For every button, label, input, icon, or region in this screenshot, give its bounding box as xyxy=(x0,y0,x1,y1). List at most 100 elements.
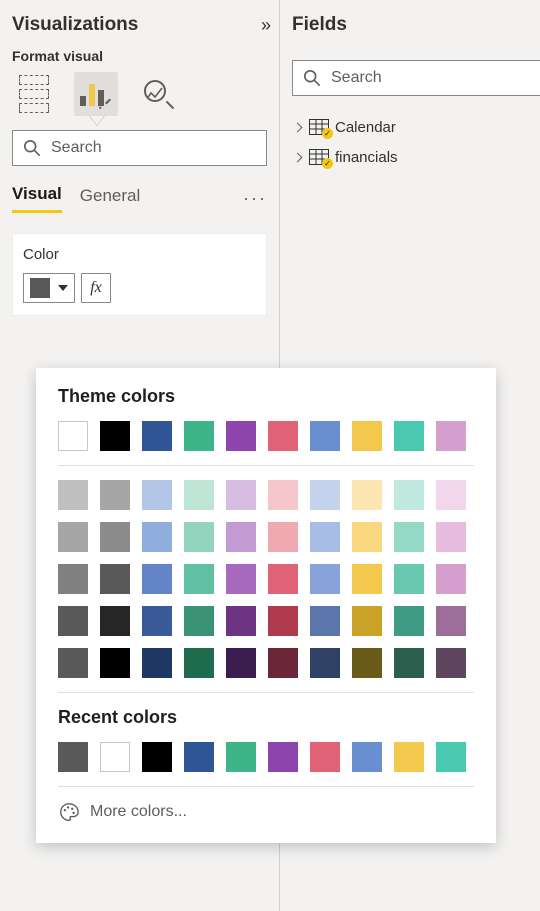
color-swatch[interactable] xyxy=(184,648,214,678)
field-table-row[interactable]: Calendar xyxy=(292,112,540,142)
format-search[interactable] xyxy=(12,130,267,166)
color-swatch[interactable] xyxy=(58,648,88,678)
color-swatch[interactable] xyxy=(436,648,466,678)
color-swatch[interactable] xyxy=(184,564,214,594)
color-swatch[interactable] xyxy=(352,648,382,678)
color-swatch[interactable] xyxy=(394,421,424,451)
tab-general[interactable]: General xyxy=(80,186,140,212)
color-swatch[interactable] xyxy=(352,564,382,594)
color-swatch[interactable] xyxy=(226,522,256,552)
color-swatch[interactable] xyxy=(268,648,298,678)
color-swatch[interactable] xyxy=(226,648,256,678)
color-swatch[interactable] xyxy=(100,648,130,678)
collapse-visualizations-icon[interactable]: » xyxy=(261,15,267,36)
chevron-right-icon xyxy=(293,122,303,132)
divider xyxy=(58,465,474,466)
color-swatch[interactable] xyxy=(58,564,88,594)
color-swatch[interactable] xyxy=(394,742,424,772)
color-swatch[interactable] xyxy=(100,564,130,594)
color-swatch[interactable] xyxy=(142,606,172,636)
color-swatch[interactable] xyxy=(58,606,88,636)
table-icon xyxy=(309,119,329,135)
color-swatch[interactable] xyxy=(310,564,340,594)
color-swatch[interactable] xyxy=(226,480,256,510)
color-swatch[interactable] xyxy=(58,522,88,552)
color-swatch[interactable] xyxy=(184,522,214,552)
color-swatch[interactable] xyxy=(142,480,172,510)
color-swatch[interactable] xyxy=(142,564,172,594)
color-swatch[interactable] xyxy=(100,480,130,510)
current-color-swatch xyxy=(30,278,50,298)
color-swatch[interactable] xyxy=(58,421,88,451)
color-swatch[interactable] xyxy=(436,742,466,772)
color-swatch[interactable] xyxy=(58,742,88,772)
format-visual-subtitle: Format visual xyxy=(12,48,267,64)
color-swatch[interactable] xyxy=(268,522,298,552)
field-table-row[interactable]: financials xyxy=(292,142,540,172)
color-swatch[interactable] xyxy=(226,421,256,451)
color-swatch[interactable] xyxy=(352,480,382,510)
color-swatch[interactable] xyxy=(268,564,298,594)
color-swatch[interactable] xyxy=(310,606,340,636)
analytics-tab[interactable] xyxy=(136,72,180,116)
color-swatch[interactable] xyxy=(436,522,466,552)
tab-visual[interactable]: Visual xyxy=(12,184,62,213)
format-search-input[interactable] xyxy=(49,138,260,158)
table-icon xyxy=(309,149,329,165)
color-swatch[interactable] xyxy=(352,421,382,451)
field-table-name: Calendar xyxy=(335,119,396,136)
color-swatch[interactable] xyxy=(352,742,382,772)
fields-search[interactable] xyxy=(292,60,540,96)
color-picker-button[interactable] xyxy=(23,273,75,303)
color-swatch[interactable] xyxy=(100,421,130,451)
color-swatch[interactable] xyxy=(436,606,466,636)
color-swatch[interactable] xyxy=(268,480,298,510)
color-card: Color fx xyxy=(12,233,267,316)
color-swatch[interactable] xyxy=(310,480,340,510)
color-swatch[interactable] xyxy=(310,742,340,772)
color-swatch[interactable] xyxy=(184,606,214,636)
color-swatch[interactable] xyxy=(436,480,466,510)
color-swatch[interactable] xyxy=(436,564,466,594)
color-swatch[interactable] xyxy=(268,421,298,451)
color-swatch[interactable] xyxy=(100,742,130,772)
more-options-icon[interactable]: ··· xyxy=(243,188,267,209)
color-swatch[interactable] xyxy=(394,564,424,594)
format-visual-tab[interactable] xyxy=(74,72,118,116)
color-swatch[interactable] xyxy=(268,742,298,772)
chevron-down-icon xyxy=(58,285,68,291)
color-swatch[interactable] xyxy=(142,742,172,772)
color-swatch[interactable] xyxy=(226,564,256,594)
color-swatch[interactable] xyxy=(142,648,172,678)
color-swatch[interactable] xyxy=(394,480,424,510)
fields-search-input[interactable] xyxy=(329,68,540,88)
color-swatch[interactable] xyxy=(226,742,256,772)
theme-colors-row xyxy=(58,421,474,451)
color-swatch[interactable] xyxy=(394,606,424,636)
divider xyxy=(58,786,474,787)
color-swatch[interactable] xyxy=(394,522,424,552)
color-swatch[interactable] xyxy=(184,742,214,772)
build-visual-tab[interactable] xyxy=(12,72,56,116)
color-swatch[interactable] xyxy=(394,648,424,678)
color-swatch[interactable] xyxy=(100,606,130,636)
color-swatch[interactable] xyxy=(58,480,88,510)
color-swatch[interactable] xyxy=(310,421,340,451)
color-swatch[interactable] xyxy=(184,480,214,510)
color-swatch[interactable] xyxy=(352,522,382,552)
color-swatch[interactable] xyxy=(352,606,382,636)
visualizations-title: Visualizations xyxy=(12,14,138,36)
color-swatch[interactable] xyxy=(142,421,172,451)
color-swatch[interactable] xyxy=(436,421,466,451)
color-swatch[interactable] xyxy=(142,522,172,552)
color-swatch[interactable] xyxy=(184,421,214,451)
theme-colors-heading: Theme colors xyxy=(58,386,474,407)
color-swatch[interactable] xyxy=(310,648,340,678)
fx-button[interactable]: fx xyxy=(81,273,111,303)
color-swatch[interactable] xyxy=(100,522,130,552)
color-swatch[interactable] xyxy=(226,606,256,636)
color-swatch[interactable] xyxy=(310,522,340,552)
more-colors-button[interactable]: More colors... xyxy=(58,801,474,823)
format-subtabs: Visual General ··· xyxy=(12,184,267,213)
color-swatch[interactable] xyxy=(268,606,298,636)
